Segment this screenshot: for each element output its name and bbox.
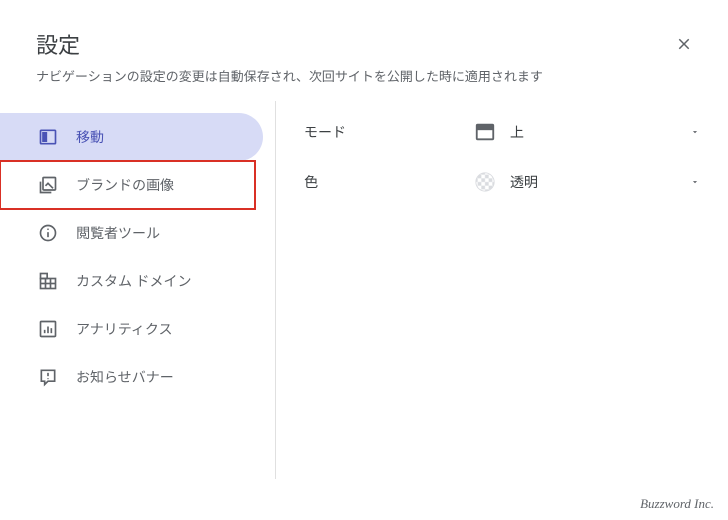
domain-icon [38, 271, 58, 291]
sidebar-item-analytics[interactable]: アナリティクス [0, 305, 263, 353]
mode-value-text: 上 [510, 122, 524, 142]
mode-row[interactable]: モード 上 [304, 121, 700, 143]
sidebar-item-viewer-tools[interactable]: 閲覧者ツール [0, 209, 263, 257]
settings-content: モード 上 色 透明 [276, 101, 728, 479]
sidebar-item-label: 閲覧者ツール [76, 223, 160, 243]
attribution: Buzzword Inc. [640, 496, 714, 512]
dropdown-caret-icon [690, 127, 700, 137]
dialog-title: 設定 [36, 28, 543, 60]
sidebar-item-label: 移動 [76, 127, 104, 147]
mode-label: モード [304, 122, 474, 142]
close-button[interactable] [672, 32, 696, 56]
dialog-subtitle: ナビゲーションの設定の変更は自動保存され、次回サイトを公開した時に適用されます [36, 66, 543, 85]
sidebar-item-label: カスタム ドメイン [76, 271, 191, 291]
settings-sidebar: 移動 ブランドの画像 閲覧者ツール カスタム ドメイン アナリティクス [0, 101, 276, 479]
sidebar-item-label: お知らせバナー [76, 367, 174, 387]
color-label: 色 [304, 172, 474, 192]
dropdown-caret-icon [690, 177, 700, 187]
close-icon [675, 35, 693, 53]
dialog-header: 設定 ナビゲーションの設定の変更は自動保存され、次回サイトを公開した時に適用され… [0, 0, 728, 101]
sidebar-item-label: ブランドの画像 [76, 175, 174, 195]
image-icon [38, 175, 58, 195]
info-icon [38, 223, 58, 243]
sidebar-item-announcement[interactable]: お知らせバナー [0, 353, 263, 401]
sidebar-item-brand-images[interactable]: ブランドの画像 [0, 161, 255, 209]
sidebar-item-navigation[interactable]: 移動 [0, 113, 263, 161]
sidebar-item-label: アナリティクス [76, 319, 172, 339]
announcement-icon [38, 367, 58, 387]
navigation-icon [38, 127, 58, 147]
mode-value: 上 [474, 121, 690, 143]
header-text: 設定 ナビゲーションの設定の変更は自動保存され、次回サイトを公開した時に適用され… [36, 28, 543, 85]
sidebar-item-custom-domain[interactable]: カスタム ドメイン [0, 257, 263, 305]
dialog-body: 移動 ブランドの画像 閲覧者ツール カスタム ドメイン アナリティクス [0, 101, 728, 479]
mode-top-icon [474, 121, 496, 143]
analytics-icon [38, 319, 58, 339]
color-value: 透明 [474, 171, 690, 193]
color-value-text: 透明 [510, 172, 538, 192]
transparent-swatch-icon [474, 171, 496, 193]
color-row[interactable]: 色 透明 [304, 171, 700, 193]
